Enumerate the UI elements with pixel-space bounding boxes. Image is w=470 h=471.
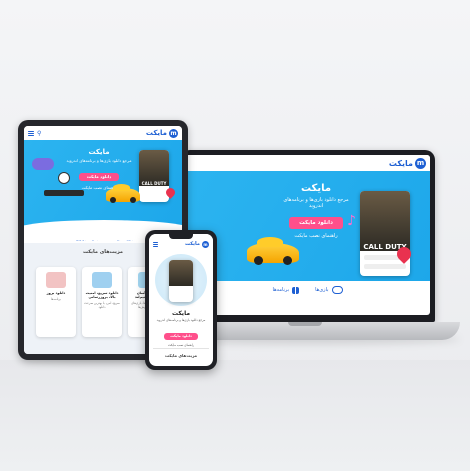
floor <box>0 360 470 471</box>
tab-games-label: بازی‌ها <box>315 287 329 293</box>
feature-card: دانلود بروز برنامه‌ها <box>36 267 76 337</box>
laptop-screen: مایکت m مایکت مرجع دانلود بازی‌ها و برنا… <box>185 155 430 315</box>
hero-subtitle: مرجع دانلود بازی‌ها و برنامه‌های اندروید <box>283 197 349 209</box>
phone-notch <box>169 234 193 239</box>
music-note-icon: ♪ <box>347 213 356 229</box>
tab-games[interactable]: بازی‌ها <box>315 286 343 294</box>
hero-phone-mockup <box>169 260 193 302</box>
phone-screen: مایکت m مایکت مرجع دانلود بازی‌ها و برنا… <box>149 234 213 366</box>
car-wheel <box>110 197 116 203</box>
brand-logo-icon: m <box>202 240 209 248</box>
hero-subtitle: مرجع دانلود بازی‌ها و برنامه‌های اندروید <box>66 158 132 163</box>
hero-title: مایکت <box>88 148 110 156</box>
install-guide-link[interactable]: راهنمای نصب مایکت <box>277 233 355 239</box>
hero-title: مایکت <box>300 183 332 194</box>
feature-desc: برنامه‌ها <box>51 297 61 301</box>
hero-title: مایکت <box>171 310 191 317</box>
menu-icon[interactable] <box>28 132 34 134</box>
gamepad-illustration <box>32 158 54 170</box>
laptop-hero: مایکت مرجع دانلود بازی‌ها و برنامه‌های ا… <box>185 171 430 281</box>
install-guide-link[interactable]: راهنمای نصب مایکت <box>149 343 213 347</box>
car-illustration <box>247 237 299 265</box>
download-button[interactable]: دانلود مایکت <box>289 217 343 229</box>
feature-title: دانلود سریع، امنیت بالا، بروزرسانی <box>85 291 119 299</box>
brand-logo-icon: m <box>169 128 178 138</box>
phone-device: مایکت m مایکت مرجع دانلود بازی‌ها و برنا… <box>145 230 217 370</box>
tab-apps[interactable]: برنامه‌ها <box>273 286 300 294</box>
feature-illustration <box>46 272 66 288</box>
hero-subtitle: مرجع دانلود بازی‌ها و برنامه‌های اندروید <box>156 318 206 322</box>
game-artwork <box>169 260 193 286</box>
search-icon[interactable]: ⚲ <box>37 130 41 137</box>
soccer-ball-illustration <box>58 172 70 184</box>
car-illustration <box>106 183 140 203</box>
feature-illustration <box>92 272 112 288</box>
gamepad-icon <box>331 286 343 294</box>
brand-logo-icon: m <box>415 157 426 169</box>
download-button-label: دانلود مایکت <box>299 220 333 226</box>
download-button[interactable]: دانلود مایکت <box>79 172 119 181</box>
tab-apps-label: برنامه‌ها <box>272 287 290 293</box>
rifle-illustration <box>44 190 84 196</box>
tablet-header: ⚲ مایکت m <box>24 126 182 140</box>
tablet-brand[interactable]: مایکت m <box>145 128 178 138</box>
download-button[interactable]: دانلود مایکت <box>164 332 198 340</box>
car-wheel <box>130 197 136 203</box>
tablet-hero: مایکت مرجع دانلود بازی‌ها و برنامه‌های ا… <box>24 140 182 240</box>
brand-name: مایکت <box>145 129 167 137</box>
menu-icon[interactable] <box>153 243 158 245</box>
brand-name: مایکت <box>388 158 413 168</box>
phone-hero: مایکت مرجع دانلود بازی‌ها و برنامه‌های ا… <box>149 250 213 348</box>
game-artwork: CALL DUTY <box>139 150 169 186</box>
download-button-label: دانلود مایکت <box>170 334 192 338</box>
grid-icon <box>292 286 300 294</box>
laptop-header: مایکت m <box>185 155 430 171</box>
feature-card: دانلود سریع، امنیت بالا، بروزرسانی سریع،… <box>82 267 122 337</box>
download-button-label: دانلود مایکت <box>86 174 112 179</box>
brand-name: مایکت <box>184 241 200 247</box>
car-wheel <box>283 256 292 265</box>
features-title: مزیت‌های مایکت <box>164 353 198 358</box>
car-wheel <box>254 256 263 265</box>
laptop-device: مایکت m مایکت مرجع دانلود بازی‌ها و برنا… <box>180 150 435 322</box>
feature-desc: سریع، امن، با بهترین سرعت دانلود <box>84 301 120 309</box>
laptop-brand[interactable]: مایکت m <box>388 157 426 169</box>
phone-brand[interactable]: مایکت m <box>184 240 209 248</box>
laptop-tabs: بازی‌ها برنامه‌ها <box>185 281 430 294</box>
game-artwork: CALL DUTY <box>360 191 410 251</box>
hero-phone-mockup: CALL DUTY <box>139 150 169 202</box>
